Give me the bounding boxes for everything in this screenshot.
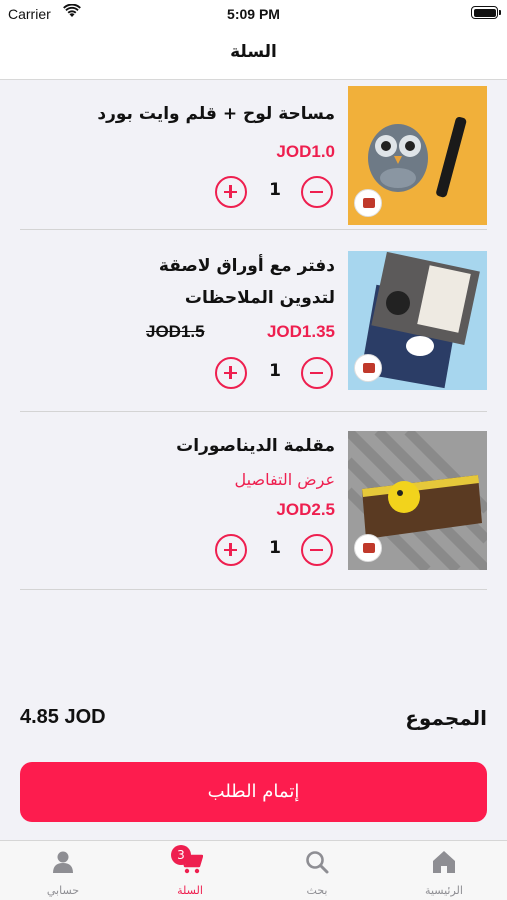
total-label: المجموع bbox=[405, 706, 487, 730]
item-name: مساحة لوح + قلم وايت بورد bbox=[97, 104, 335, 124]
tab-label: السلة bbox=[177, 884, 203, 897]
nav-bar: السلة bbox=[0, 30, 507, 80]
item-name: دفتر مع أوراق لاصقة لتدوين الملاحظات bbox=[158, 256, 335, 308]
battery-icon bbox=[471, 6, 501, 19]
person-icon bbox=[53, 851, 73, 873]
quantity-value: 1 bbox=[269, 180, 281, 200]
tab-label: بحث bbox=[306, 884, 328, 897]
page-title: السلة bbox=[230, 42, 277, 62]
tab-bar: حسابي 3 السلة بحث الرئيسية bbox=[0, 840, 507, 900]
home-icon bbox=[433, 851, 455, 873]
status-time: 5:09 PM bbox=[227, 6, 280, 22]
tab-cart[interactable]: 3 السلة bbox=[127, 841, 253, 900]
item-price: JOD1.0 bbox=[276, 142, 335, 161]
item-old-price: JOD1.5 bbox=[146, 322, 205, 341]
cart-item: مساحة لوح + قلم وايت بورد JOD1.0 1 bbox=[20, 80, 487, 230]
increase-quantity-button[interactable] bbox=[215, 357, 247, 389]
store-logo bbox=[354, 534, 382, 562]
cart-count-badge: 3 bbox=[171, 845, 191, 865]
store-logo bbox=[354, 189, 382, 217]
store-logo bbox=[354, 354, 382, 382]
cart-item: مقلمة الديناصورات عرض التفاصيل JOD2.5 1 bbox=[20, 412, 487, 590]
status-bar: Carrier 5:09 PM bbox=[0, 0, 507, 30]
decrease-quantity-button[interactable] bbox=[301, 534, 333, 566]
search-icon bbox=[306, 851, 329, 874]
decrease-quantity-button[interactable] bbox=[301, 357, 333, 389]
view-details-link[interactable]: عرض التفاصيل bbox=[235, 470, 335, 489]
quantity-value: 1 bbox=[269, 361, 281, 381]
item-price: JOD1.35 bbox=[266, 322, 335, 341]
tab-home[interactable]: الرئيسية bbox=[381, 841, 507, 900]
tab-label: الرئيسية bbox=[425, 884, 463, 897]
cart-item: دفتر مع أوراق لاصقة لتدوين الملاحظات JOD… bbox=[20, 230, 487, 412]
increase-quantity-button[interactable] bbox=[215, 534, 247, 566]
decrease-quantity-button[interactable] bbox=[301, 176, 333, 208]
tab-label: حسابي bbox=[46, 884, 80, 897]
tab-account[interactable]: حسابي bbox=[0, 841, 126, 900]
checkout-button[interactable]: إتمام الطلب bbox=[20, 762, 487, 822]
quantity-value: 1 bbox=[269, 538, 281, 558]
increase-quantity-button[interactable] bbox=[215, 176, 247, 208]
product-image[interactable] bbox=[348, 86, 487, 225]
total-value: 4.85 JOD bbox=[20, 706, 106, 728]
product-image[interactable] bbox=[348, 431, 487, 570]
tab-search[interactable]: بحث bbox=[254, 841, 380, 900]
item-price: JOD2.5 bbox=[276, 500, 335, 519]
product-image[interactable] bbox=[348, 251, 487, 390]
item-name: مقلمة الديناصورات bbox=[176, 436, 335, 456]
